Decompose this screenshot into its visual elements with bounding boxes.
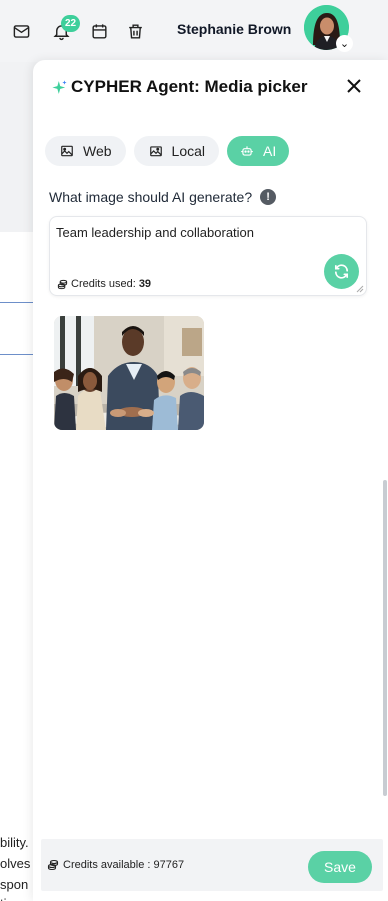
background-text: tic	[0, 896, 13, 901]
regenerate-button[interactable]	[324, 254, 359, 289]
top-bar: 22 Stephanie Brown ⌄	[0, 0, 388, 62]
tab-web[interactable]: Web	[45, 136, 126, 166]
refresh-icon	[334, 264, 349, 279]
background-text: spon	[0, 877, 29, 892]
coins-icon	[47, 859, 59, 871]
tab-ai[interactable]: AI	[227, 136, 290, 166]
robot-icon	[241, 146, 253, 156]
trash-icon[interactable]	[124, 20, 146, 42]
chevron-down-icon[interactable]: ⌄	[336, 35, 353, 52]
credits-used: Credits used: 39	[57, 278, 151, 290]
credits-used-value: 39	[138, 278, 152, 290]
user-name[interactable]: Stephanie Brown	[177, 21, 291, 37]
calendar-icon[interactable]	[88, 20, 110, 42]
source-tabs: Web Local AI	[45, 136, 290, 166]
panel-title: CYPHER Agent: Media picker	[51, 77, 307, 97]
image-icon	[61, 145, 73, 157]
notification-badge: 22	[61, 15, 81, 32]
resize-grip-icon[interactable]	[356, 285, 364, 293]
sparkle-icon	[52, 79, 67, 94]
tab-label: Local	[171, 143, 206, 159]
tab-local[interactable]: Local	[133, 136, 220, 166]
tab-label: Web	[83, 143, 112, 159]
coins-icon	[57, 279, 68, 289]
panel-title-text: CYPHER Agent: Media picker	[71, 77, 308, 96]
prompt-question-text: What image should AI generate?	[49, 189, 253, 205]
tab-label: AI	[263, 143, 277, 159]
background-text: olves	[0, 856, 31, 871]
generated-image[interactable]	[54, 316, 204, 430]
credits-available: Credits available : 97767	[47, 859, 184, 871]
prompt-input[interactable]: Team leadership and collaboration Credit…	[49, 216, 367, 296]
prompt-input-value[interactable]: Team leadership and collaboration	[56, 225, 254, 240]
scrollbar[interactable]	[383, 480, 387, 796]
prompt-question: What image should AI generate? !	[49, 189, 277, 205]
mail-icon[interactable]	[10, 20, 32, 42]
panel-footer: Credits available : 97767 Save	[41, 839, 383, 891]
info-icon[interactable]: !	[260, 189, 277, 205]
save-button[interactable]: Save	[308, 851, 372, 883]
background-text: bility.	[0, 835, 29, 850]
close-button[interactable]	[344, 76, 364, 96]
credits-available-text: Credits available : 97767	[63, 859, 185, 871]
credits-used-label: Credits used:	[71, 278, 136, 290]
close-icon	[347, 79, 361, 93]
media-picker-panel: CYPHER Agent: Media picker Web Local AI …	[33, 60, 388, 901]
folder-image-icon	[149, 146, 162, 157]
